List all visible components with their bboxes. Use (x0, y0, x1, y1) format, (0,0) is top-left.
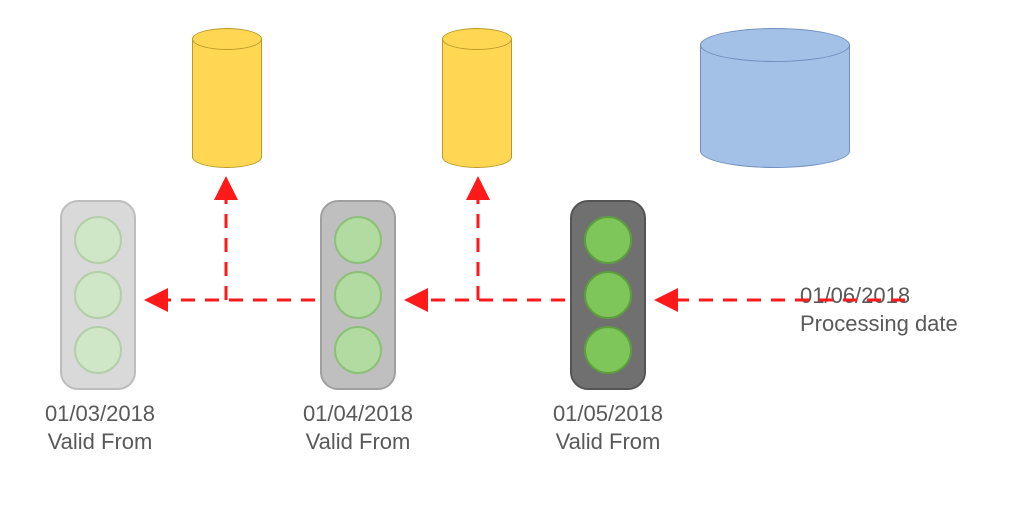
status-light-dot-icon (334, 326, 382, 374)
status-light-3-desc: Valid From (556, 429, 661, 454)
status-light-dot-icon (74, 271, 122, 319)
cylinder-top-icon (442, 28, 512, 50)
status-light-dot-icon (334, 271, 382, 319)
cylinder-top-icon (700, 28, 850, 62)
cylinder-body-icon (442, 39, 512, 157)
status-light-dot-icon (74, 326, 122, 374)
status-light-3-caption: 01/05/2018 Valid From (508, 400, 708, 455)
status-light-dot-icon (74, 216, 122, 264)
processing-date-desc: Processing date (800, 311, 958, 336)
diagram-canvas: S S T 01/03/2018 Valid From 01/04/2018 V… (0, 0, 1024, 512)
status-light-3-date: 01/05/2018 (553, 401, 663, 426)
status-light-2 (320, 200, 396, 390)
status-light-dot-icon (584, 216, 632, 264)
cylinder-body-icon (192, 39, 262, 157)
status-light-2-date: 01/04/2018 (303, 401, 413, 426)
status-light-3 (570, 200, 646, 390)
target-db: T (700, 28, 850, 168)
processing-date-value: 01/06/2018 (800, 283, 910, 308)
status-light-2-caption: 01/04/2018 Valid From (258, 400, 458, 455)
status-light-1-desc: Valid From (48, 429, 153, 454)
cylinder-top-icon (192, 28, 262, 50)
source-db-1: S (192, 28, 262, 168)
status-light-1-date: 01/03/2018 (45, 401, 155, 426)
status-light-1-caption: 01/03/2018 Valid From (0, 400, 200, 455)
source-db-2: S (442, 28, 512, 168)
processing-date-caption: 01/06/2018 Processing date (800, 282, 1000, 337)
status-light-dot-icon (584, 326, 632, 374)
status-light-dot-icon (334, 216, 382, 264)
status-light-dot-icon (584, 271, 632, 319)
status-light-1 (60, 200, 136, 390)
status-light-2-desc: Valid From (306, 429, 411, 454)
